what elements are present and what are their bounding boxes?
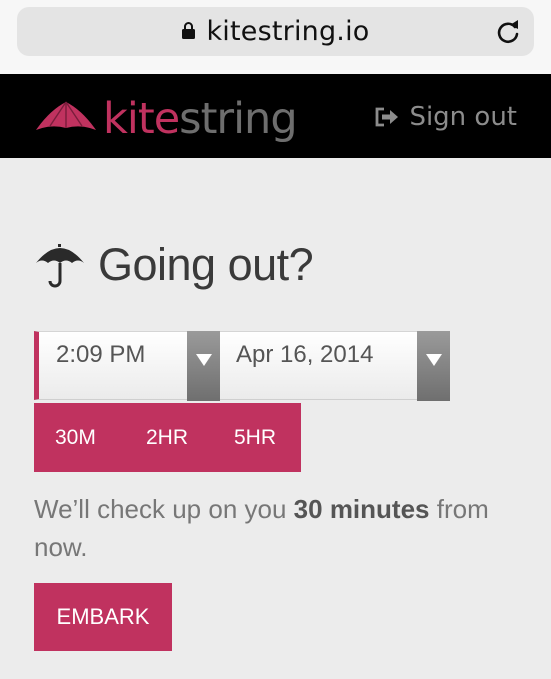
duration-5hr-button[interactable]: 5HR: [234, 403, 276, 472]
brand-kite: kite: [103, 94, 180, 144]
date-picker[interactable]: Apr 16, 2014: [220, 331, 450, 401]
chevron-down-icon: [196, 354, 212, 366]
checkup-duration: 30 minutes: [293, 494, 430, 524]
brand-wordmark[interactable]: kitestring: [103, 94, 298, 144]
duration-30m-button[interactable]: 30M: [55, 403, 96, 472]
time-date-pickers: 2:09 PM Apr 16, 2014: [34, 331, 450, 401]
url-text: kitestring.io: [206, 16, 370, 47]
umbrella-icon: [36, 244, 84, 288]
time-value: 2:09 PM: [56, 341, 146, 368]
kite-logo-icon[interactable]: [36, 100, 96, 134]
checkup-message: We’ll check up on you 30 minutes from no…: [34, 490, 504, 566]
page-title-row: Going out?: [34, 236, 314, 294]
brand-string: string: [179, 94, 297, 144]
embark-button[interactable]: EMBARK: [34, 583, 172, 651]
duration-2hr-button[interactable]: 2HR: [146, 403, 188, 472]
browser-address-bar: kitestring.io: [0, 0, 551, 74]
date-value: Apr 16, 2014: [236, 341, 374, 368]
chevron-down-icon: [426, 354, 442, 366]
checkup-prefix: We’ll check up on you: [34, 494, 294, 524]
lock-icon: [182, 21, 196, 39]
sign-out-label: Sign out: [409, 102, 517, 132]
time-picker-dropdown[interactable]: [187, 331, 220, 401]
reload-icon[interactable]: [494, 18, 522, 46]
page-title: Going out?: [98, 239, 314, 290]
sign-out-icon: [376, 107, 399, 127]
url-field[interactable]: kitestring.io: [17, 7, 534, 56]
sign-out-button[interactable]: Sign out: [375, 100, 517, 134]
time-picker[interactable]: 2:09 PM: [34, 331, 220, 401]
duration-buttons: 30M 2HR 5HR: [34, 403, 301, 472]
date-picker-dropdown[interactable]: [417, 331, 450, 401]
